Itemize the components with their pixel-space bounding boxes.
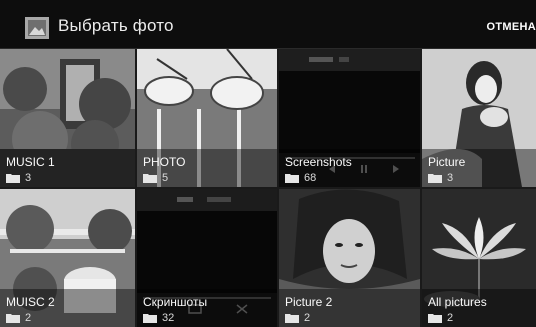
album-grid: MUSIC 1 3 PHOTO 5 Screenshots 68 Picture… — [0, 49, 536, 327]
folder-icon — [428, 314, 442, 323]
album-name: All pictures — [428, 295, 487, 309]
folder-icon — [6, 314, 20, 323]
album-count: 68 — [285, 172, 316, 184]
album-name: Picture 2 — [285, 295, 333, 309]
album-tile-music-1[interactable]: MUSIC 1 3 — [0, 49, 135, 187]
app-bar: Выбрать фото ОТМЕНА — [0, 0, 536, 49]
album-count: 2 — [285, 312, 310, 324]
album-count: 32 — [143, 312, 174, 324]
album-name: PHOTO — [143, 155, 186, 169]
folder-icon — [428, 174, 442, 183]
album-tile-skrinshoty[interactable]: Скриншоты 32 — [137, 189, 277, 327]
folder-icon — [285, 174, 299, 183]
album-name: Picture — [428, 155, 466, 169]
album-tile-photo[interactable]: PHOTO 5 — [137, 49, 277, 187]
album-tile-all-pictures[interactable]: All pictures 2 — [422, 189, 536, 327]
album-name: Скриншоты — [143, 295, 208, 309]
album-count: 2 — [428, 312, 453, 324]
album-count: 2 — [6, 312, 31, 324]
album-count: 3 — [428, 172, 453, 184]
album-count: 5 — [143, 172, 168, 184]
gallery-icon — [25, 17, 49, 39]
album-name: MUISC 2 — [6, 295, 55, 309]
album-tile-screenshots[interactable]: Screenshots 68 — [279, 49, 420, 187]
folder-icon — [143, 174, 157, 183]
album-name: Screenshots — [285, 155, 352, 169]
folder-icon — [285, 314, 299, 323]
page-title: Выбрать фото — [58, 16, 174, 35]
album-tile-muisc-2[interactable]: MUISC 2 2 — [0, 189, 135, 327]
cancel-button[interactable]: ОТМЕНА — [487, 21, 536, 33]
folder-icon — [143, 314, 157, 323]
folder-icon — [6, 174, 20, 183]
photo-picker-screen: Выбрать фото ОТМЕНА MUSIC 1 3 PHOTO 5 Sc… — [0, 0, 536, 327]
album-tile-picture-2[interactable]: Picture 2 2 — [279, 189, 420, 327]
album-name: MUSIC 1 — [6, 155, 55, 169]
album-tile-picture[interactable]: Picture 3 — [422, 49, 536, 187]
album-count: 3 — [6, 172, 31, 184]
